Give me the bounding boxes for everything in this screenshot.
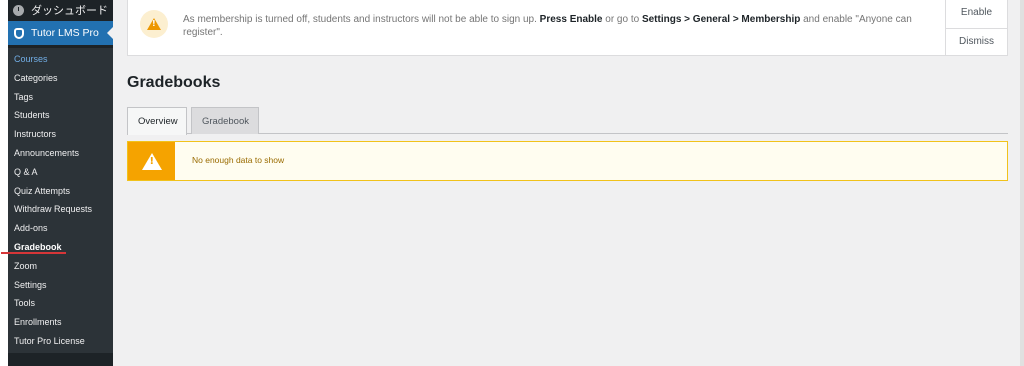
submenu-item-settings[interactable]: Settings xyxy=(8,276,113,295)
page-scrollbar[interactable] xyxy=(1020,0,1024,366)
sidebar-item-dashboard[interactable]: ダッシュボード xyxy=(8,0,113,20)
submenu-item-instructors[interactable]: Instructors xyxy=(8,125,113,144)
submenu-item-add-ons[interactable]: Add-ons xyxy=(8,219,113,238)
empty-data-alert: No enough data to show xyxy=(127,141,1008,181)
dashboard-icon xyxy=(13,4,24,16)
gradebook-tabs: Overview Gradebook xyxy=(127,107,1008,135)
sidebar-item-tutor-lms-pro[interactable]: Tutor LMS Pro xyxy=(8,21,113,45)
tab-overview[interactable]: Overview xyxy=(127,107,187,135)
admin-sidebar: ダッシュボード Tutor LMS Pro Courses Categories… xyxy=(0,0,113,366)
submenu-item-categories[interactable]: Categories xyxy=(8,69,113,88)
warning-icon xyxy=(140,10,168,38)
tab-gradebook[interactable]: Gradebook xyxy=(191,107,259,134)
submenu-item-qa[interactable]: Q & A xyxy=(8,163,113,182)
tutor-icon xyxy=(14,27,24,39)
submenu-item-enrollments[interactable]: Enrollments xyxy=(8,313,113,332)
tutor-submenu: Courses Categories Tags Students Instruc… xyxy=(8,48,113,353)
notice-bold-enable: Press Enable xyxy=(539,14,603,25)
submenu-item-tutor-pro-license[interactable]: Tutor Pro License xyxy=(8,332,113,351)
sidebar-edge xyxy=(0,0,8,366)
page-title: Gradebooks xyxy=(127,74,221,91)
submenu-item-zoom[interactable]: Zoom xyxy=(8,257,113,276)
submenu-item-withdraw-requests[interactable]: Withdraw Requests xyxy=(8,200,113,219)
enable-button[interactable]: Enable xyxy=(946,0,1007,28)
sidebar-item-label: ダッシュボード xyxy=(31,5,108,17)
submenu-item-quiz-attempts[interactable]: Quiz Attempts xyxy=(8,182,113,201)
current-menu-arrow xyxy=(107,27,113,39)
notice-text: or go to xyxy=(602,14,642,25)
gradebook-highlight-underline xyxy=(1,252,66,254)
notice-bold-settings-path: Settings > General > Membership xyxy=(641,14,801,25)
sidebar-item-label: Tutor LMS Pro xyxy=(31,27,99,39)
submenu-item-students[interactable]: Students xyxy=(8,106,113,125)
submenu-item-announcements[interactable]: Announcements xyxy=(8,144,113,163)
submenu-item-tags[interactable]: Tags xyxy=(8,88,113,107)
submenu-item-courses[interactable]: Courses xyxy=(8,50,113,69)
membership-notice: As membership is turned off, students an… xyxy=(127,0,1008,56)
submenu-item-tools[interactable]: Tools xyxy=(8,294,113,313)
alert-warning-icon xyxy=(128,142,175,180)
notice-text: As membership is turned off, students an… xyxy=(183,14,540,25)
dismiss-button[interactable]: Dismiss xyxy=(946,28,1007,56)
alert-message: No enough data to show xyxy=(192,155,285,165)
notice-message: As membership is turned off, students an… xyxy=(183,13,948,39)
notice-actions: Enable Dismiss xyxy=(945,0,1007,56)
